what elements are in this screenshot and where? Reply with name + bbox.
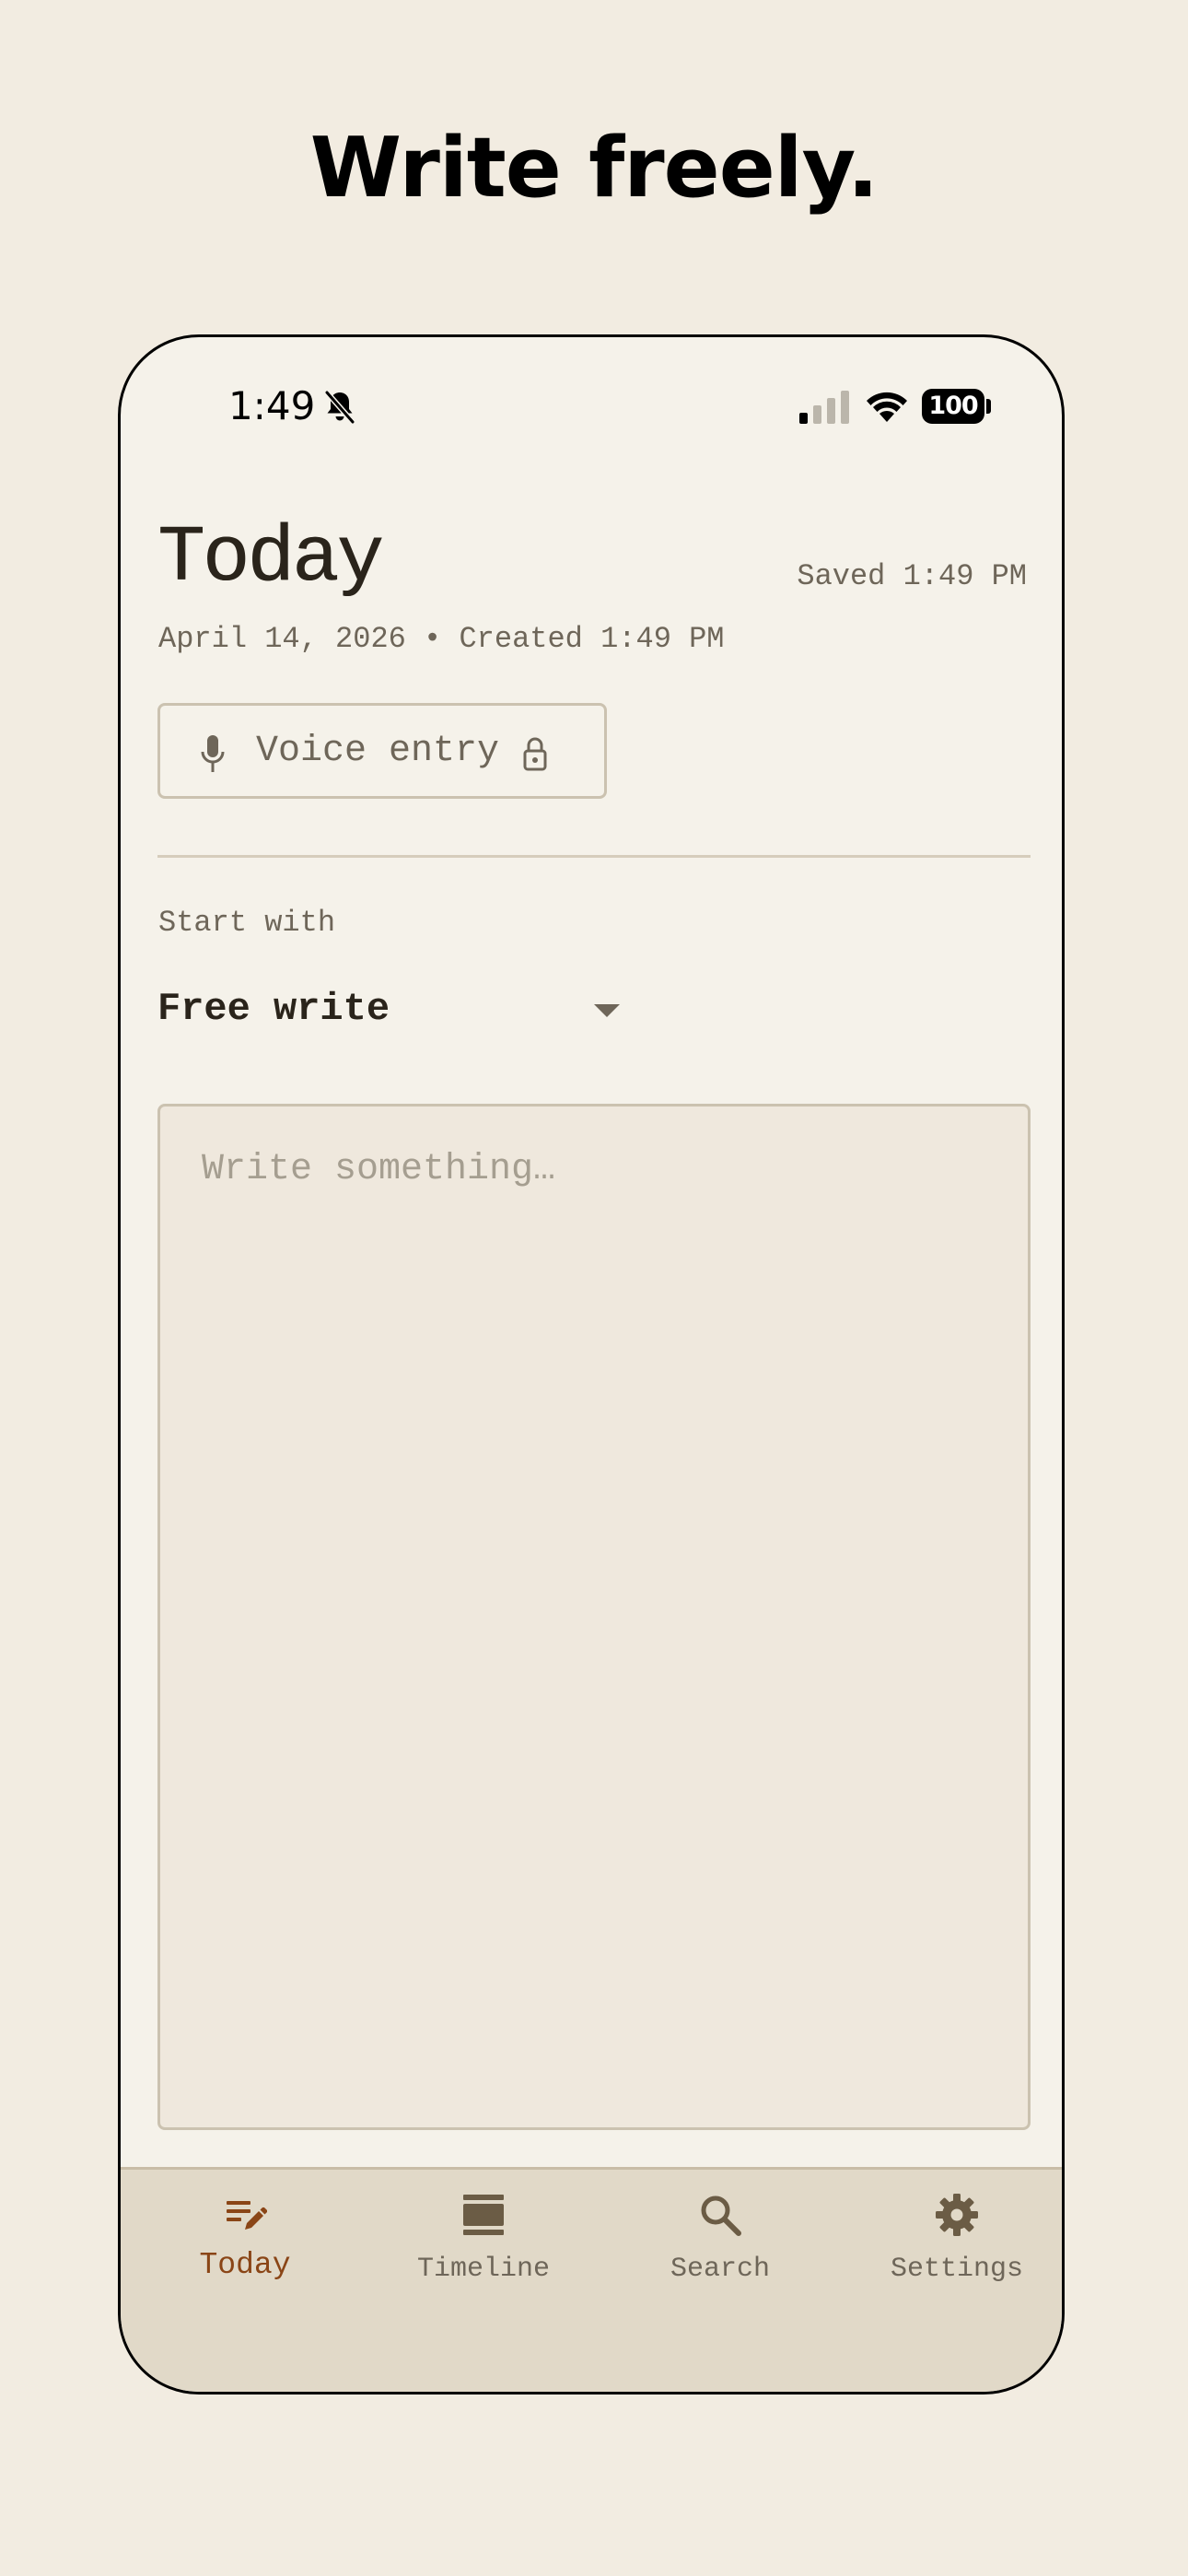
nav-label-settings: Settings xyxy=(890,2254,1024,2285)
battery-indicator: 100 xyxy=(922,389,984,424)
nav-item-search[interactable]: Search xyxy=(610,2170,831,2299)
bottom-navigation: Today Timeline Search Settings xyxy=(121,2167,1062,2392)
nav-label-search: Search xyxy=(670,2254,771,2285)
phone-frame: 1:49 100 Today Saved 1:49 PM April 14, 2… xyxy=(118,334,1065,2395)
nav-label-timeline: Timeline xyxy=(416,2254,551,2285)
page-title: Today xyxy=(157,513,384,603)
timeline-icon xyxy=(463,2195,504,2235)
nav-item-timeline[interactable]: Timeline xyxy=(373,2170,594,2299)
voice-entry-label: Voice entry xyxy=(256,731,500,772)
section-divider xyxy=(157,855,1031,858)
microphone-icon xyxy=(201,735,225,772)
nav-label-today: Today xyxy=(199,2248,291,2282)
marketing-headline: Write freely. xyxy=(309,120,879,217)
chevron-down-icon xyxy=(594,1004,620,1017)
search-icon xyxy=(701,2195,741,2236)
saved-status: Saved 1:49 PM xyxy=(797,559,1027,593)
status-time: 1:49 xyxy=(228,383,316,428)
bell-muted-icon xyxy=(324,390,355,425)
lock-icon xyxy=(523,737,547,771)
gear-icon xyxy=(936,2194,978,2236)
nav-item-settings[interactable]: Settings xyxy=(846,2170,1062,2299)
prompt-type-dropdown[interactable]: Free write xyxy=(157,982,627,1037)
journal-entry-textarea[interactable] xyxy=(157,1104,1031,2130)
edit-note-icon xyxy=(227,2201,267,2230)
voice-entry-button[interactable]: Voice entry xyxy=(157,703,607,799)
wifi-icon xyxy=(867,392,907,422)
nav-item-today[interactable]: Today xyxy=(134,2170,355,2299)
cellular-signal-icon xyxy=(799,391,849,424)
entry-date-meta: April 14, 2026 • Created 1:49 PM xyxy=(158,622,725,656)
prompt-type-value: Free write xyxy=(157,987,390,1031)
battery-cap xyxy=(986,399,991,414)
start-with-label: Start with xyxy=(158,906,336,940)
